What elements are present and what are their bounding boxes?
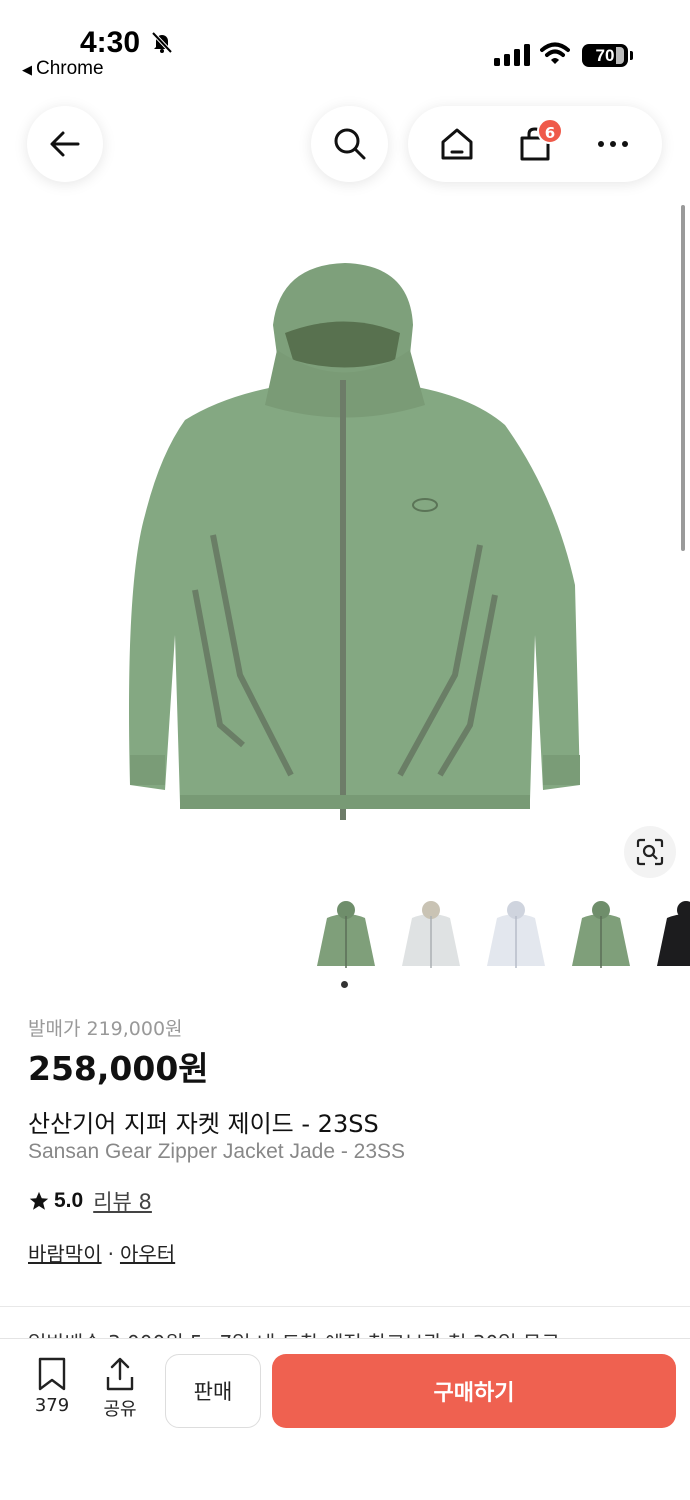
back-to-app-link[interactable]: ◀ Chrome (22, 58, 104, 80)
category-outer[interactable]: 아우터 (120, 1242, 175, 1266)
nav-action-group: 6 (408, 106, 662, 182)
wifi-icon (540, 42, 570, 64)
cart-count-badge: 6 (537, 118, 563, 144)
sell-button[interactable]: 판매 (165, 1354, 261, 1428)
arrow-left-icon (50, 131, 80, 157)
bottom-action-bar: 379 공유 판매 구매하기 (0, 1338, 690, 1500)
star-icon (29, 1191, 49, 1210)
original-price: 발매가 219,000원 (28, 1018, 183, 1040)
price: 258,000원 (28, 1049, 209, 1088)
status-time: 4:30 (80, 26, 141, 59)
bell-muted-icon (151, 31, 173, 54)
more-button[interactable] (585, 116, 641, 172)
reviews-link[interactable]: 리뷰 8 (93, 1186, 152, 1216)
home-button[interactable] (429, 116, 485, 172)
back-app-label: Chrome (36, 58, 104, 79)
cart-button[interactable]: 6 (507, 116, 563, 172)
thumbnail-lavender[interactable] (483, 896, 549, 974)
status-bar: 4:30 ◀ Chrome 70 (0, 0, 690, 90)
scroll-indicator (681, 205, 685, 551)
rating-score: 5.0 (54, 1189, 84, 1212)
more-dots-icon (598, 141, 628, 147)
cellular-signal-icon (494, 44, 530, 66)
thumbnail-light-grey[interactable] (398, 896, 464, 974)
share-label: 공유 (103, 1399, 137, 1420)
carousel-dot (341, 981, 348, 988)
section-divider (0, 1306, 690, 1307)
share-icon (106, 1357, 134, 1391)
thumbnail-strip (313, 896, 690, 976)
share-button[interactable]: 공유 (92, 1357, 148, 1421)
back-button[interactable] (27, 106, 103, 182)
category-links: 바람막이 · 아우터 (28, 1238, 175, 1267)
search-button[interactable] (311, 106, 388, 182)
battery-indicator: 70 (582, 44, 633, 67)
product-image-jacket[interactable] (95, 255, 595, 835)
image-search-button[interactable] (624, 826, 676, 878)
thumbnail-black[interactable] (653, 896, 690, 974)
home-icon (441, 128, 473, 160)
lens-scan-icon (636, 838, 664, 866)
category-windbreaker[interactable]: 바람막이 (28, 1242, 102, 1266)
search-icon (334, 128, 365, 160)
product-name-ko: 산산기어 지퍼 자켓 제이드 - 23SS (28, 1110, 379, 1138)
battery-level: 70 (595, 46, 615, 65)
product-name-en: Sansan Gear Zipper Jacket Jade - 23SS (28, 1140, 406, 1163)
bookmark-button[interactable]: 379 (24, 1357, 80, 1416)
thumbnail-jade-alt[interactable] (568, 896, 634, 974)
category-separator: · (107, 1242, 114, 1266)
bookmark-count: 379 (34, 1395, 70, 1416)
thumbnail-jade[interactable] (313, 896, 379, 974)
rating-row: 5.0 리뷰 8 (28, 1186, 152, 1216)
bookmark-icon (38, 1357, 66, 1391)
buy-button[interactable]: 구매하기 (272, 1354, 676, 1428)
